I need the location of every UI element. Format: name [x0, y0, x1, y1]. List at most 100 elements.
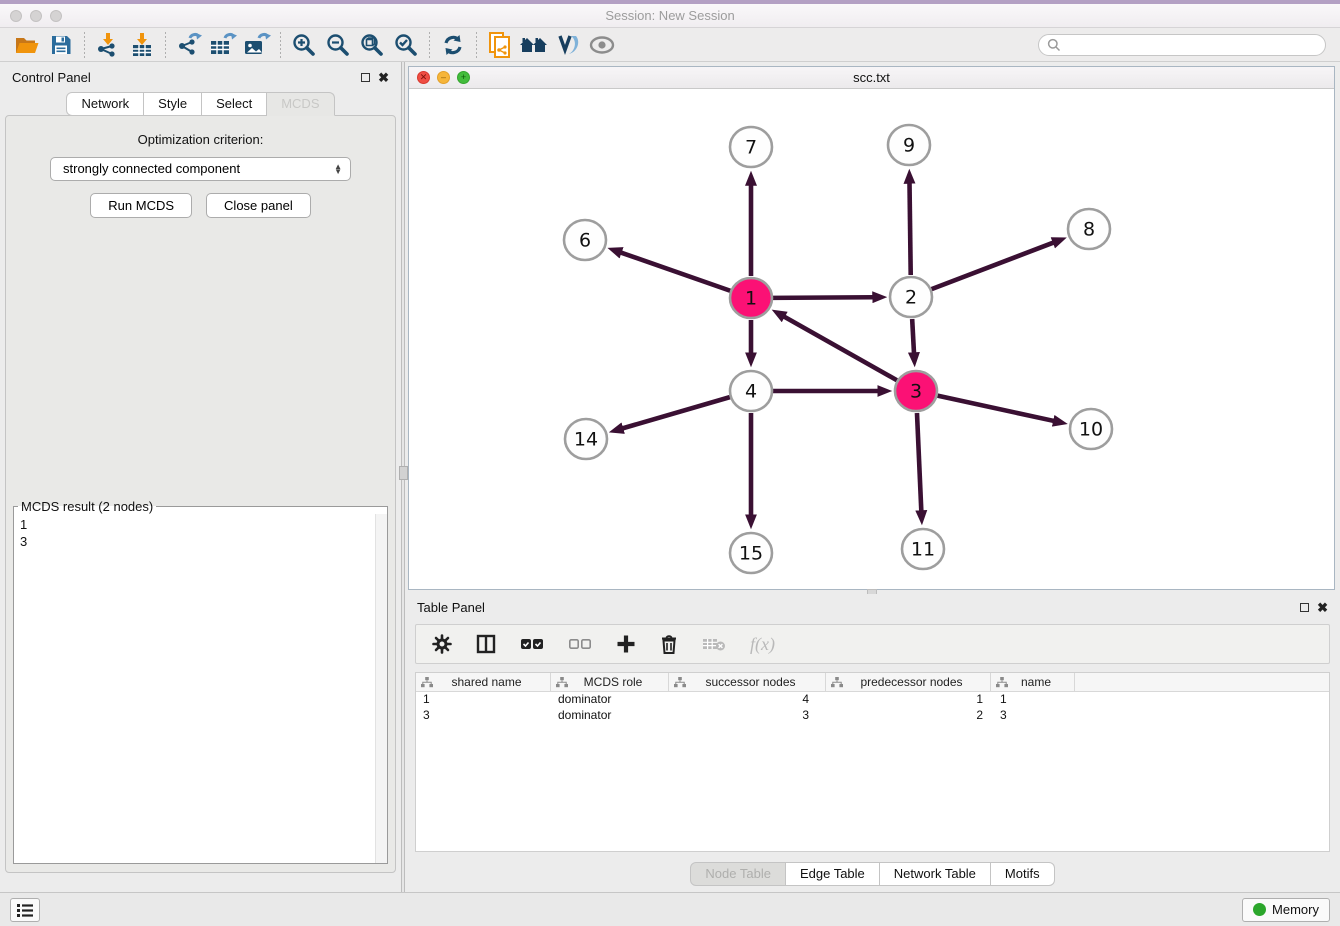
tab-node-table[interactable]: Node Table: [690, 862, 786, 886]
table-cell[interactable]: 1: [416, 692, 551, 708]
search-input[interactable]: [1061, 38, 1317, 52]
import-table-icon[interactable]: [125, 31, 159, 59]
edge-3-1[interactable]: [784, 317, 897, 381]
column-header-shared-name[interactable]: shared name: [416, 673, 551, 691]
tab-motifs[interactable]: Motifs: [991, 862, 1055, 886]
network-graph-canvas[interactable]: 1 2 3 4 6 7 8 9 10 11 14 15: [409, 89, 1334, 589]
app-titlebar: Session: New Session: [0, 0, 1340, 28]
edge-2-9[interactable]: [910, 183, 911, 275]
close-panel-icon[interactable]: ✖: [378, 71, 389, 84]
svg-text:8: 8: [1083, 219, 1095, 241]
table-row[interactable]: 1dominator411: [416, 692, 1329, 708]
function-builder-icon[interactable]: f(x): [750, 634, 775, 655]
zoom-selected-icon[interactable]: [389, 31, 423, 59]
tab-network[interactable]: Network: [66, 92, 144, 116]
graph-node-14[interactable]: 14: [565, 419, 607, 459]
export-image-icon[interactable]: [240, 31, 274, 59]
graph-node-4[interactable]: 4: [730, 371, 772, 411]
svg-text:1: 1: [745, 288, 757, 310]
mcds-result-box: MCDS result (2 nodes) 1 3: [13, 499, 388, 864]
edge-2-8[interactable]: [932, 243, 1054, 290]
zoom-in-icon[interactable]: [287, 31, 321, 59]
save-session-icon[interactable]: [44, 31, 78, 59]
column-header-successor-nodes[interactable]: successor nodes: [669, 673, 826, 691]
settings-gear-icon[interactable]: [432, 634, 452, 654]
graphics-details-icon[interactable]: [551, 31, 585, 59]
edge-2-3[interactable]: [912, 319, 914, 353]
tab-style[interactable]: Style: [144, 92, 202, 116]
dropdown-value: strongly connected component: [63, 161, 334, 176]
table-cell[interactable]: 4: [669, 692, 826, 708]
float-panel-icon[interactable]: [361, 73, 370, 82]
column-header-MCDS-role[interactable]: MCDS role: [551, 673, 669, 691]
svg-text:7: 7: [745, 137, 757, 159]
svg-text:15: 15: [739, 543, 763, 565]
table-row[interactable]: 3dominator323: [416, 708, 1329, 724]
memory-status-icon: [1253, 903, 1266, 916]
close-panel-button[interactable]: Close panel: [206, 193, 311, 218]
import-network-icon[interactable]: [91, 31, 125, 59]
deselect-all-icon[interactable]: [568, 637, 592, 651]
zoom-fit-icon[interactable]: [355, 31, 389, 59]
table-cell[interactable]: dominator: [551, 692, 669, 708]
edge-1-6[interactable]: [621, 253, 730, 291]
column-header-predecessor-nodes[interactable]: predecessor nodes: [826, 673, 991, 691]
tab-select[interactable]: Select: [202, 92, 267, 116]
table-cell[interactable]: 3: [416, 708, 551, 724]
graph-node-9[interactable]: 9: [888, 125, 930, 165]
column-selector-icon[interactable]: [476, 634, 496, 654]
graph-node-6[interactable]: 6: [564, 220, 606, 260]
home-layout-icon[interactable]: [517, 31, 551, 59]
svg-text:9: 9: [903, 135, 915, 157]
result-scrollbar[interactable]: [375, 514, 387, 863]
tab-network-table[interactable]: Network Table: [880, 862, 991, 886]
export-network-icon[interactable]: [172, 31, 206, 59]
duplicate-network-icon[interactable]: [483, 31, 517, 59]
graph-node-2[interactable]: 2: [890, 277, 932, 317]
tab-edge-table[interactable]: Edge Table: [786, 862, 880, 886]
show-overview-eye-icon[interactable]: [585, 31, 619, 59]
refresh-layout-icon[interactable]: [436, 31, 470, 59]
graph-node-3[interactable]: 3: [895, 371, 937, 411]
column-header-name[interactable]: name: [991, 673, 1075, 691]
run-mcds-button[interactable]: Run MCDS: [90, 193, 192, 218]
edge-3-10[interactable]: [937, 396, 1053, 421]
select-all-icon[interactable]: [520, 637, 544, 651]
control-panel-title: Control Panel: [12, 70, 91, 85]
table-cell[interactable]: 3: [669, 708, 826, 724]
float-table-panel-icon[interactable]: [1300, 603, 1309, 612]
add-column-icon[interactable]: [616, 634, 636, 654]
close-table-panel-icon[interactable]: ✖: [1317, 601, 1328, 614]
status-bar: Memory: [0, 892, 1340, 926]
edge-1-2[interactable]: [773, 297, 873, 298]
mcds-panel: Optimization criterion: strongly connect…: [5, 115, 396, 873]
table-cell[interactable]: 1: [826, 692, 991, 708]
hierarchy-icon: [674, 677, 686, 688]
graph-node-15[interactable]: 15: [730, 533, 772, 573]
zoom-out-icon[interactable]: [321, 31, 355, 59]
delete-column-trash-icon[interactable]: [660, 634, 678, 654]
tab-mcds[interactable]: MCDS: [267, 92, 334, 116]
open-session-icon[interactable]: [10, 31, 44, 59]
table-cell[interactable]: 2: [826, 708, 991, 724]
graph-node-1[interactable]: 1: [730, 278, 772, 318]
edge-3-11[interactable]: [917, 413, 921, 511]
edge-4-14[interactable]: [622, 397, 729, 428]
toolbar-search[interactable]: [1038, 34, 1326, 56]
export-table-icon[interactable]: [206, 31, 240, 59]
graph-node-7[interactable]: 7: [730, 127, 772, 167]
table-cell[interactable]: 3: [991, 708, 1075, 724]
delete-table-icon[interactable]: [702, 636, 726, 652]
mcds-result-text[interactable]: 1 3: [14, 514, 387, 863]
task-history-button[interactable]: [10, 898, 40, 922]
graph-node-11[interactable]: 11: [902, 529, 944, 569]
graph-node-10[interactable]: 10: [1070, 409, 1112, 449]
table-cell[interactable]: dominator: [551, 708, 669, 724]
graph-node-8[interactable]: 8: [1068, 209, 1110, 249]
toolbar-separator: [84, 32, 85, 58]
optimization-dropdown[interactable]: strongly connected component ▲▼: [50, 157, 351, 181]
table-tabs: Node TableEdge TableNetwork TableMotifs: [405, 862, 1340, 886]
memory-button[interactable]: Memory: [1242, 898, 1330, 922]
table-cell[interactable]: 1: [991, 692, 1075, 708]
toolbar-separator: [429, 32, 430, 58]
